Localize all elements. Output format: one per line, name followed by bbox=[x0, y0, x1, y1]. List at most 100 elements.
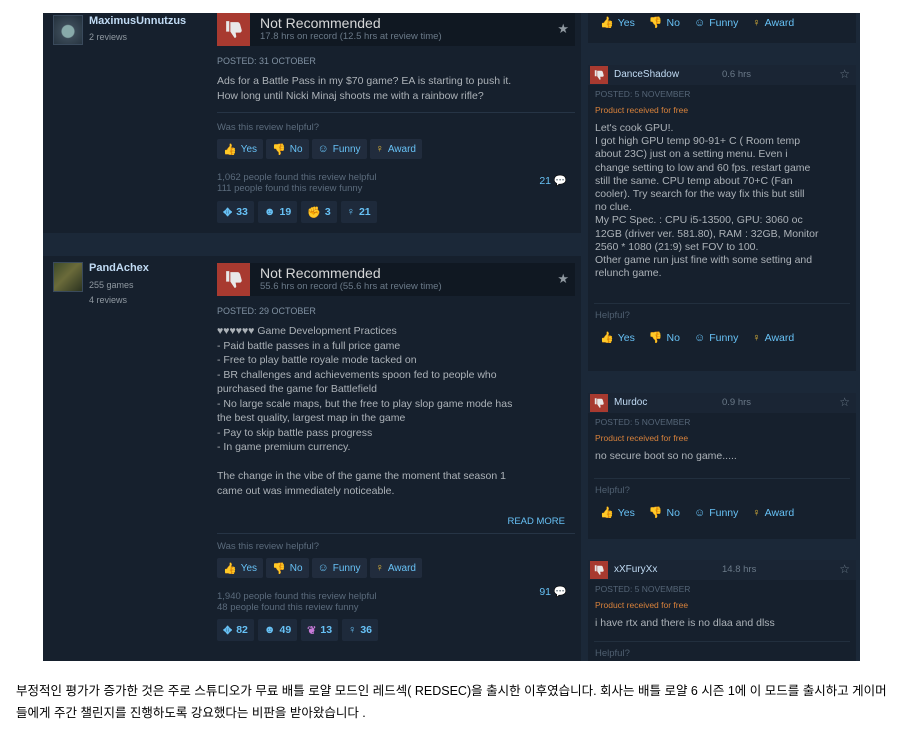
avatar[interactable] bbox=[53, 15, 83, 45]
award-badge[interactable]: ☻ 19 bbox=[257, 201, 298, 223]
author-review-count[interactable]: 4 reviews bbox=[89, 295, 127, 305]
award-button[interactable]: ♀ Award bbox=[752, 331, 794, 344]
funny-button[interactable]: ☺ Funny bbox=[694, 331, 738, 344]
award-count: 21 bbox=[358, 206, 371, 218]
medal-icon: ♀ bbox=[348, 624, 357, 636]
yes-button[interactable]: 👍 Yes bbox=[217, 558, 264, 578]
review-header: DanceShadow 0.6 hrs ☆ bbox=[588, 65, 856, 85]
avatar[interactable] bbox=[53, 262, 83, 292]
award-button[interactable]: ♀ Award bbox=[369, 139, 422, 159]
yes-button[interactable]: 👍 Yes bbox=[600, 331, 635, 345]
thumbs-down-icon: 👎 bbox=[272, 143, 286, 156]
read-more-link[interactable]: READ MORE bbox=[507, 516, 565, 527]
star-icon[interactable]: ☆ bbox=[839, 562, 850, 576]
hours-on-record: 17.8 hrs on record (12.5 hrs at review t… bbox=[260, 31, 442, 42]
no-button[interactable]: 👎 No bbox=[266, 558, 309, 578]
no-button[interactable]: 👎 No bbox=[648, 16, 680, 30]
thumbs-down-icon bbox=[590, 561, 608, 579]
funny-label: Funny bbox=[332, 143, 361, 155]
yes-button[interactable]: 👍 Yes bbox=[600, 506, 635, 520]
award-badge[interactable]: ✥ 33 bbox=[217, 201, 254, 223]
thumbs-down-icon bbox=[217, 13, 250, 46]
comment-icon: 💬 bbox=[553, 175, 567, 187]
thumbs-up-icon: 👍 bbox=[223, 143, 237, 156]
funny-button[interactable]: ☺ Funny bbox=[311, 558, 367, 578]
thumbs-up-icon: 👍 bbox=[223, 562, 237, 575]
smiley-icon: ☺ bbox=[693, 331, 706, 344]
award-button[interactable]: ♀ Award bbox=[752, 16, 794, 29]
star-icon[interactable]: ☆ bbox=[839, 67, 850, 81]
helpful-question: Was this review helpful? bbox=[217, 122, 320, 133]
wings-icon: ✥ bbox=[223, 206, 233, 219]
yes-button[interactable]: 👍 Yes bbox=[600, 16, 635, 30]
review-feedback-bar: 👍 Yes 👎 No ☺ Funny ♀ Award bbox=[588, 13, 856, 43]
short-review-card: DanceShadow 0.6 hrs ☆ POSTED: 5 NOVEMBER… bbox=[588, 65, 856, 371]
award-badge[interactable]: ❦ 13 bbox=[301, 619, 339, 641]
award-count: 49 bbox=[279, 624, 292, 636]
award-button[interactable]: ♀ Award bbox=[369, 558, 422, 578]
reviewer-name[interactable]: Murdoc bbox=[614, 397, 647, 408]
short-review-card: Murdoc 0.9 hrs ☆ POSTED: 5 NOVEMBER Prod… bbox=[588, 393, 856, 539]
award-badge[interactable]: ☻ 49 bbox=[257, 619, 298, 641]
reviewer-name[interactable]: xXFuryXx bbox=[614, 564, 657, 575]
award-button[interactable]: ♀ Award bbox=[752, 506, 794, 519]
no-label: No bbox=[289, 562, 303, 574]
award-label: Award bbox=[764, 506, 795, 519]
yes-button[interactable]: 👍 Yes bbox=[217, 139, 264, 159]
thumbs-down-icon bbox=[590, 394, 608, 412]
funny-button[interactable]: ☺ Funny bbox=[694, 16, 738, 29]
author-name[interactable]: PandAchex bbox=[89, 262, 149, 274]
found-funny: 48 people found this review funny bbox=[217, 602, 359, 613]
award-badge[interactable]: ♀ 21 bbox=[340, 201, 377, 223]
award-badge[interactable]: ✊ 3 bbox=[301, 201, 337, 223]
found-funny: 111 people found this review funny bbox=[217, 183, 363, 194]
helpful-question: Helpful? bbox=[595, 310, 630, 322]
verdict-title: Not Recommended bbox=[260, 265, 381, 281]
no-button[interactable]: 👎 No bbox=[266, 139, 309, 159]
star-icon[interactable]: ★ bbox=[557, 271, 569, 287]
comment-icon: 💬 bbox=[553, 586, 567, 598]
medal-icon: ♀ bbox=[346, 206, 355, 218]
found-helpful: 1,940 people found this review helpful bbox=[217, 591, 377, 602]
review-header: Murdoc 0.9 hrs ☆ bbox=[588, 393, 856, 413]
thumbs-down-icon: 👎 bbox=[648, 17, 663, 29]
hearts-icon: ❦ bbox=[307, 624, 317, 637]
funny-button[interactable]: ☺ Funny bbox=[311, 139, 367, 159]
review-text: Ads for a Battle Pass in my $70 game? EA… bbox=[217, 75, 512, 102]
award-badge[interactable]: ♀ 36 bbox=[342, 619, 379, 641]
award-icon: ♀ bbox=[752, 16, 761, 29]
reviewer-name[interactable]: DanceShadow bbox=[614, 69, 679, 80]
review-text: no secure boot so no game..... bbox=[595, 450, 737, 462]
helpful-question: Helpful? bbox=[595, 648, 630, 660]
comment-count[interactable]: 21 💬 bbox=[539, 174, 567, 187]
hours-played: 0.9 hrs bbox=[722, 397, 752, 408]
star-icon[interactable]: ☆ bbox=[839, 395, 850, 409]
thumbs-down-icon: 👎 bbox=[648, 332, 663, 345]
no-label: No bbox=[666, 331, 680, 344]
thumbs-up-icon: 👍 bbox=[600, 332, 614, 345]
thumbs-up-icon: 👍 bbox=[600, 507, 614, 520]
comment-count[interactable]: 91 💬 bbox=[539, 585, 567, 598]
review-text: Let's cook GPU!. I got high GPU temp 90-… bbox=[595, 122, 819, 280]
funny-label: Funny bbox=[709, 16, 739, 29]
award-count: 3 bbox=[324, 206, 331, 218]
author-name[interactable]: MaximusUnnutzus bbox=[89, 15, 186, 27]
author-review-count[interactable]: 2 reviews bbox=[89, 32, 127, 42]
smiley-icon: ☺ bbox=[317, 562, 329, 574]
author-game-count[interactable]: 255 games bbox=[89, 280, 134, 290]
funny-button[interactable]: ☺ Funny bbox=[694, 506, 738, 519]
no-button[interactable]: 👎 No bbox=[649, 506, 680, 520]
funny-label: Funny bbox=[332, 562, 361, 574]
star-icon[interactable]: ★ bbox=[557, 21, 569, 37]
korean-caption: 부정적인 평가가 증가한 것은 주로 스튜디오가 무료 배틀 로얄 모드인 레드… bbox=[16, 684, 887, 720]
award-label: Award bbox=[764, 331, 795, 344]
smiley-icon: ☺ bbox=[693, 506, 706, 519]
helpful-question: Was this review helpful? bbox=[217, 541, 320, 552]
award-icon: ♀ bbox=[752, 506, 761, 519]
review-header: xXFuryXx 14.8 hrs ☆ bbox=[588, 560, 856, 580]
award-badge[interactable]: ✥ 82 bbox=[217, 619, 254, 641]
funny-label: Funny bbox=[709, 506, 739, 519]
award-count: 36 bbox=[360, 624, 373, 636]
no-button[interactable]: 👎 No bbox=[648, 331, 680, 345]
yes-label: Yes bbox=[240, 143, 258, 155]
